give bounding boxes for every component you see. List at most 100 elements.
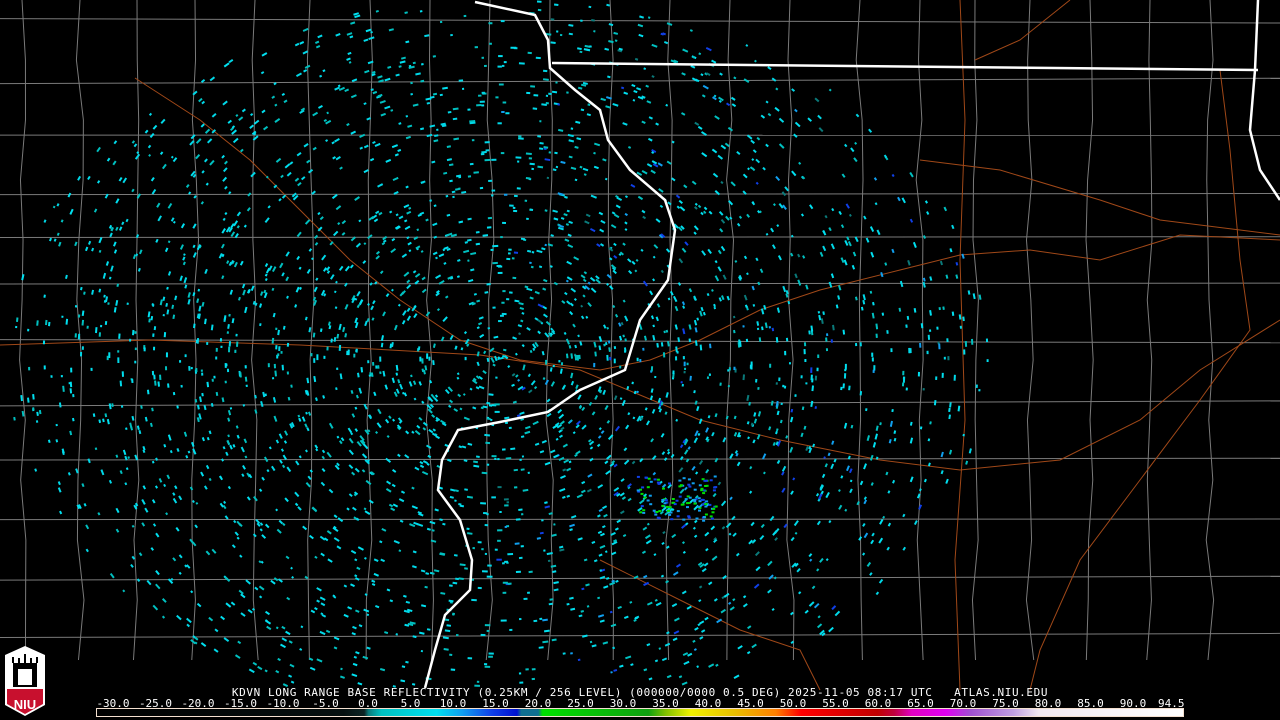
echo: [935, 376, 938, 380]
echo: [487, 564, 492, 567]
echo: [550, 41, 556, 45]
echo: [98, 237, 103, 244]
echo: [405, 135, 411, 140]
echo: [768, 574, 774, 580]
echo: [196, 602, 202, 608]
echo: [481, 104, 485, 107]
echo: [370, 30, 373, 34]
echo: [642, 511, 646, 514]
echo: [488, 393, 494, 396]
echo: [392, 418, 396, 422]
echo: [913, 308, 917, 313]
echo: [179, 244, 184, 250]
echo: [748, 401, 751, 406]
echo: [700, 498, 704, 501]
echo: [137, 267, 141, 272]
echo: [136, 578, 141, 582]
echo: [733, 415, 737, 420]
echo: [694, 121, 700, 126]
echo: [860, 306, 864, 311]
echo: [426, 527, 431, 531]
echo: [206, 342, 209, 345]
echo: [197, 288, 201, 292]
echo: [577, 658, 581, 662]
echo: [302, 27, 309, 32]
echo: [687, 515, 691, 518]
echo: [591, 19, 595, 22]
echo: [933, 400, 937, 406]
echo: [205, 464, 210, 470]
echo: [597, 514, 601, 518]
echo: [264, 263, 269, 268]
echo: [69, 388, 73, 394]
echo: [717, 481, 722, 486]
echo: [693, 319, 698, 326]
echo: [363, 38, 369, 42]
echo: [704, 616, 709, 621]
echo: [539, 531, 544, 535]
echo: [544, 379, 550, 386]
echo: [160, 118, 166, 124]
echo: [714, 413, 718, 418]
echo: [693, 488, 697, 491]
echo: [589, 446, 594, 450]
echo: [250, 285, 255, 292]
echo: [692, 526, 696, 530]
echo: [267, 205, 271, 209]
echo: [496, 264, 501, 267]
echo: [627, 412, 631, 416]
echo: [943, 356, 946, 360]
echo: [684, 241, 689, 246]
echo: [285, 251, 290, 257]
echo: [525, 152, 532, 156]
echo: [484, 433, 491, 437]
echo: [736, 461, 741, 467]
echo: [587, 302, 592, 307]
echo: [644, 534, 651, 540]
echo: [600, 219, 606, 224]
echo: [672, 637, 678, 642]
echo: [670, 453, 675, 459]
echo: [627, 258, 632, 263]
echo: [98, 249, 102, 253]
echo: [433, 139, 439, 143]
echo: [129, 422, 133, 429]
echo: [536, 0, 542, 3]
echo: [648, 494, 652, 497]
echo: [427, 454, 432, 459]
echo: [579, 341, 583, 346]
echo: [790, 536, 795, 542]
echo: [694, 400, 698, 405]
echo: [615, 579, 619, 583]
echo: [586, 488, 592, 493]
echo: [316, 599, 320, 603]
echo: [459, 563, 466, 567]
echo: [785, 435, 789, 439]
echo: [235, 333, 238, 337]
echo: [398, 549, 402, 552]
echo: [336, 435, 340, 439]
echo: [597, 435, 602, 439]
echo: [613, 486, 620, 492]
echo: [589, 457, 594, 462]
echo: [892, 479, 896, 484]
echo: [299, 41, 305, 45]
echo: [532, 420, 539, 426]
echo: [637, 507, 643, 512]
echo: [577, 394, 582, 400]
echo: [533, 94, 539, 97]
echo: [453, 554, 458, 557]
echo: [277, 657, 281, 662]
echo: [639, 15, 645, 19]
echo: [416, 228, 420, 232]
echo: [296, 255, 301, 261]
echo: [742, 595, 747, 599]
echo: [564, 195, 568, 199]
echo: [385, 418, 390, 424]
echo: [790, 490, 794, 495]
echo: [330, 274, 335, 280]
echo: [223, 500, 227, 505]
echo: [310, 353, 313, 357]
echo: [583, 173, 587, 176]
echo: [377, 365, 380, 369]
